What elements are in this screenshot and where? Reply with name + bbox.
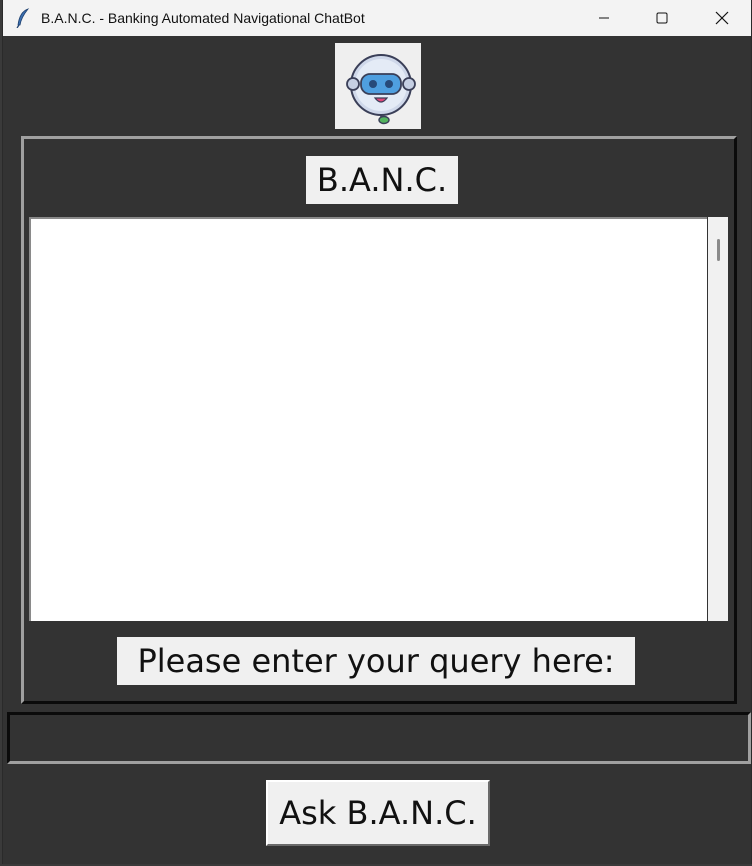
close-button[interactable] [693, 0, 751, 36]
maximize-button[interactable] [633, 0, 691, 36]
minimize-icon [599, 17, 609, 19]
chat-panel: B.A.N.C. Please enter your query here: [21, 136, 737, 704]
feather-icon [9, 0, 37, 36]
app-window: B.A.N.C. - Banking Automated Navigationa… [2, 0, 752, 864]
chat-title: B.A.N.C. [306, 156, 458, 204]
chat-log[interactable] [29, 217, 707, 621]
ask-button[interactable]: Ask B.A.N.C. [266, 780, 490, 846]
query-prompt-label: Please enter your query here: [117, 637, 635, 685]
window-title: B.A.N.C. - Banking Automated Navigationa… [41, 10, 365, 26]
chat-scrollbar[interactable] [708, 217, 728, 621]
maximize-icon [656, 12, 668, 24]
title-bar[interactable]: B.A.N.C. - Banking Automated Navigationa… [3, 0, 751, 36]
query-input[interactable] [7, 712, 751, 764]
scrollbar-thumb[interactable] [717, 239, 720, 261]
ask-button-label: Ask B.A.N.C. [279, 794, 477, 832]
minimize-button[interactable] [575, 0, 633, 36]
robot-icon [346, 54, 416, 125]
close-icon [715, 11, 729, 25]
bot-logo [335, 43, 421, 129]
